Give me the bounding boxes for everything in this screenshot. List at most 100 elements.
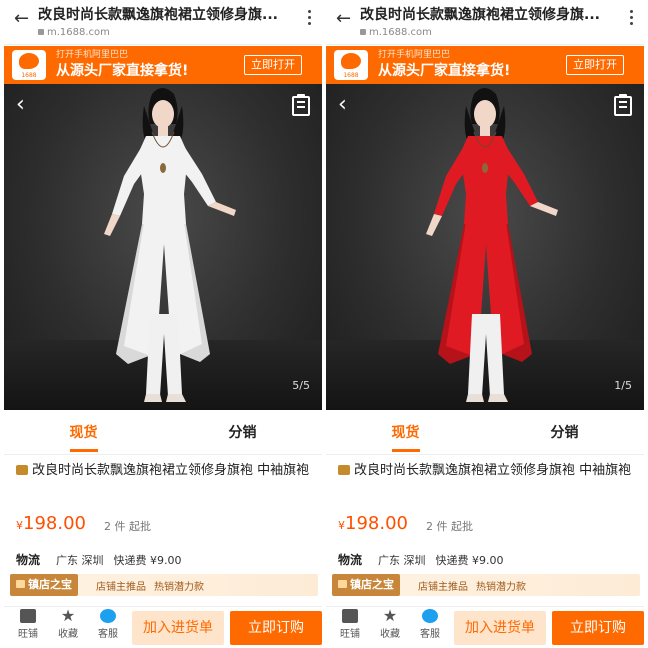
min-order-qty: 2 件 起批: [426, 520, 473, 533]
store-tag: 店铺主推品: [418, 582, 468, 593]
ship-origin: 广东 深圳: [378, 554, 426, 567]
shipping-fee: 快递费 ¥9.00: [113, 554, 182, 567]
clipboard-icon[interactable]: [292, 94, 310, 116]
page-url: m.1688.com: [47, 27, 110, 38]
bottom-action-bar: 旺铺 ★ 收藏 客服 加入进货单 立即订购: [326, 606, 644, 648]
buy-now-button[interactable]: 立即订购: [552, 611, 644, 645]
price-currency: ¥: [338, 519, 345, 532]
page-title: 改良时尚长款飘逸旗袍裙立领修身旗...: [360, 7, 600, 23]
logistics-label: 物流: [16, 553, 41, 567]
buy-now-button[interactable]: 立即订购: [230, 611, 322, 645]
star-icon: ★: [382, 606, 398, 625]
shop-icon: [342, 609, 358, 623]
tab-bar: 现货 分销: [326, 410, 644, 455]
gallery-back-icon[interactable]: ‹: [338, 94, 347, 116]
logistics-label: 物流: [338, 553, 363, 567]
page-title: 改良时尚长款飘逸旗袍裙立领修身旗...: [38, 7, 278, 23]
price: ¥198.00: [338, 513, 408, 534]
shop-icon: [20, 609, 36, 623]
store-tag: 热销潜力款: [154, 582, 204, 593]
more-menu-icon[interactable]: [308, 10, 312, 28]
tab-stock[interactable]: 现货: [4, 422, 163, 442]
store-treasure-row[interactable]: 镇店之宝 店铺主推品 热销潜力款: [332, 574, 640, 596]
app-logo-icon: 1688: [334, 50, 368, 80]
store-badge-label: 镇店之宝: [350, 578, 394, 591]
banner-subtitle: 打开手机阿里巴巴: [56, 50, 129, 60]
image-counter: 1/5: [614, 379, 632, 392]
clipboard-icon[interactable]: [614, 94, 632, 116]
active-tab-indicator: [392, 449, 420, 452]
store-tag: 热销潜力款: [476, 582, 526, 593]
gallery-back-icon[interactable]: ‹: [16, 94, 25, 116]
service-button[interactable]: 客服: [410, 609, 450, 640]
url-row: m.1688.com: [360, 27, 432, 39]
tab-distribution[interactable]: 分销: [163, 422, 322, 442]
lock-icon: [38, 29, 44, 35]
url-row: m.1688.com: [38, 27, 110, 39]
tab-bar: 现货 分销: [4, 410, 322, 455]
store-badge: 镇店之宝: [10, 574, 78, 596]
logistics-row: 物流 广东 深圳 快递费 ¥9.00: [338, 551, 504, 568]
product-title-text: 改良时尚长款飘逸旗袍裙立领修身旗袍 中袖旗袍: [354, 463, 632, 478]
open-app-button[interactable]: 立即打开: [566, 55, 624, 75]
shipping-fee: 快递费 ¥9.00: [435, 554, 504, 567]
chat-icon: [422, 609, 438, 623]
open-app-button[interactable]: 立即打开: [244, 55, 302, 75]
shop-button[interactable]: 旺铺: [330, 609, 370, 640]
panel-divider: [322, 0, 326, 648]
product-photo[interactable]: ‹ 1/5: [326, 84, 644, 410]
model-image: [104, 88, 236, 402]
crown-icon: [338, 465, 350, 475]
add-to-cart-button[interactable]: 加入进货单: [454, 611, 546, 645]
ship-origin: 广东 深圳: [56, 554, 104, 567]
service-button[interactable]: 客服: [88, 609, 128, 640]
banner-headline: 从源头厂家直接拿货!: [378, 63, 511, 79]
crown-icon: [16, 580, 25, 588]
add-to-cart-button[interactable]: 加入进货单: [132, 611, 224, 645]
shop-label: 旺铺: [18, 629, 38, 640]
app-download-banner[interactable]: 1688 打开手机阿里巴巴 从源头厂家直接拿货! 立即打开: [4, 46, 322, 84]
back-arrow-icon[interactable]: ←: [14, 10, 29, 28]
favorite-button[interactable]: ★ 收藏: [370, 606, 410, 641]
bottom-action-bar: 旺铺 ★ 收藏 客服 加入进货单 立即订购: [4, 606, 322, 648]
store-tags: 店铺主推品 热销潜力款: [96, 578, 212, 593]
service-label: 客服: [98, 629, 118, 640]
product-title: 改良时尚长款飘逸旗袍裙立领修身旗袍 中袖旗袍: [16, 460, 312, 482]
more-menu-icon[interactable]: [630, 10, 634, 28]
logo-text: 1688: [343, 72, 359, 79]
crown-icon: [338, 580, 347, 588]
model-image: [426, 88, 558, 402]
tab-distribution[interactable]: 分销: [485, 422, 644, 442]
app-download-banner[interactable]: 1688 打开手机阿里巴巴 从源头厂家直接拿货! 立即打开: [326, 46, 644, 84]
lock-icon: [360, 29, 366, 35]
product-title-text: 改良时尚长款飘逸旗袍裙立领修身旗袍 中袖旗袍: [32, 463, 310, 478]
star-icon: ★: [60, 606, 76, 625]
back-arrow-icon[interactable]: ←: [336, 10, 351, 28]
service-label: 客服: [420, 629, 440, 640]
price-value: 198.00: [23, 513, 86, 534]
active-tab-indicator: [70, 449, 98, 452]
shop-label: 旺铺: [340, 629, 360, 640]
shop-button[interactable]: 旺铺: [8, 609, 48, 640]
app-logo-icon: 1688: [12, 50, 46, 80]
min-order-qty: 2 件 起批: [104, 520, 151, 533]
crown-icon: [16, 465, 28, 475]
favorite-label: 收藏: [380, 629, 400, 640]
favorite-button[interactable]: ★ 收藏: [48, 606, 88, 641]
chat-icon: [100, 609, 116, 623]
product-title: 改良时尚长款飘逸旗袍裙立领修身旗袍 中袖旗袍: [338, 460, 634, 482]
store-tags: 店铺主推品 热销潜力款: [418, 578, 534, 593]
price: ¥198.00: [16, 513, 86, 534]
store-tag: 店铺主推品: [96, 582, 146, 593]
price-currency: ¥: [16, 519, 23, 532]
banner-headline: 从源头厂家直接拿货!: [56, 63, 189, 79]
product-photo[interactable]: ‹ 5/5: [4, 84, 322, 410]
tab-stock[interactable]: 现货: [326, 422, 485, 442]
favorite-label: 收藏: [58, 629, 78, 640]
image-counter: 5/5: [292, 379, 310, 392]
store-treasure-row[interactable]: 镇店之宝 店铺主推品 热销潜力款: [10, 574, 318, 596]
banner-subtitle: 打开手机阿里巴巴: [378, 50, 451, 60]
product-page-screenshot: ← 改良时尚长款飘逸旗袍裙立领修身旗... m.1688.com 1688 打开…: [326, 0, 644, 648]
page-url: m.1688.com: [369, 27, 432, 38]
browser-header: ← 改良时尚长款飘逸旗袍裙立领修身旗... m.1688.com: [326, 0, 644, 45]
